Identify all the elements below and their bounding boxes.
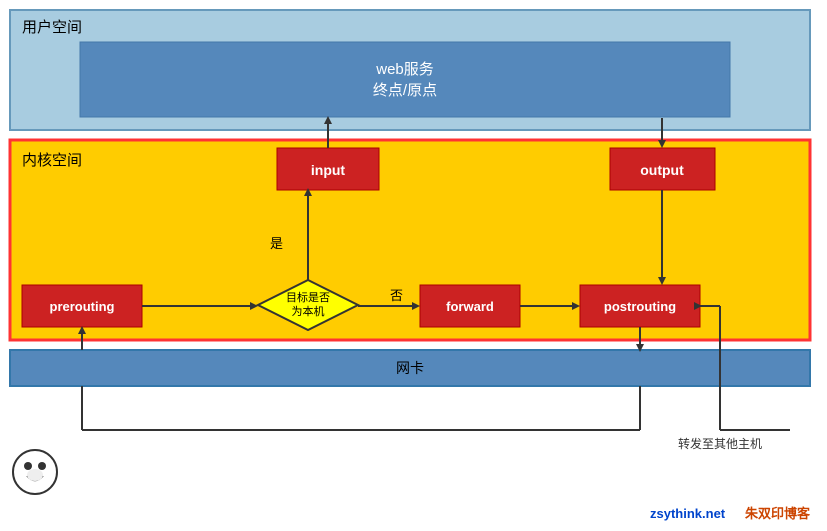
- yes-label: 是: [270, 236, 283, 251]
- kernel-space-label: 内核空间: [22, 152, 82, 169]
- web-service-text2: 终点/原点: [373, 82, 437, 99]
- mascot-right-eye: [38, 462, 46, 470]
- mascot-belly: [27, 469, 43, 481]
- forward-label: forward: [446, 299, 494, 314]
- postrouting-label: postrouting: [604, 299, 676, 314]
- nic-label: 网卡: [396, 360, 424, 376]
- mascot-left-eye: [24, 462, 32, 470]
- prerouting-label: prerouting: [50, 299, 115, 314]
- main-diagram: 用户空间 web服务 终点/原点 内核空间 input output prero…: [0, 0, 827, 526]
- input-label: input: [311, 162, 346, 178]
- diamond-text2: 为本机: [292, 304, 325, 318]
- redirect-text: 转发至其他主机: [678, 436, 762, 451]
- user-space-label: 用户空间: [22, 19, 82, 36]
- watermark-name: 朱双印博客: [744, 506, 811, 521]
- web-service-box: [80, 42, 730, 117]
- web-service-text1: web服务: [375, 61, 434, 78]
- watermark-site: zsythink.net: [650, 506, 726, 521]
- diagram-wrapper: 用户空间 web服务 终点/原点 内核空间 input output prero…: [0, 0, 820, 531]
- no-label: 否: [390, 288, 403, 303]
- output-label: output: [640, 162, 684, 178]
- diamond-text1: 目标是否: [286, 290, 330, 304]
